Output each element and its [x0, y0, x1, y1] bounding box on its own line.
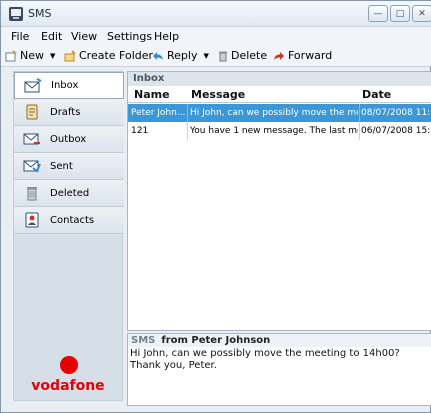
contacts-icon — [22, 211, 42, 229]
reply-label: Reply — [167, 49, 198, 62]
sidebar-item-label: Sent — [50, 160, 73, 172]
sidebar-item-label: Outbox — [50, 133, 87, 145]
menu-bar: File Edit View Settings Help — [1, 27, 431, 46]
outbox-icon — [22, 130, 42, 148]
message-list-panel: Inbox Name Message Date Peter John... Hi… — [127, 71, 431, 331]
toolbar: New ▼ Create Folder Reply ▼ Delete Forwa… — [1, 46, 431, 67]
sidebar-item-sent[interactable]: Sent — [14, 153, 124, 180]
sidebar-item-deleted[interactable]: Deleted — [14, 180, 124, 207]
row-date: 06/07/2008 15:... — [361, 126, 431, 136]
message-row[interactable]: 121 You have 1 new message. The last mes… — [128, 122, 431, 140]
sidebar-item-inbox[interactable]: Inbox — [14, 72, 124, 99]
row-message: You have 1 new message. The last mess... — [190, 126, 358, 136]
menu-edit[interactable]: Edit — [41, 30, 62, 43]
sidebar-item-contacts[interactable]: Contacts — [14, 207, 124, 234]
column-header-message[interactable]: Message — [191, 88, 245, 101]
create-folder-button[interactable]: Create Folder — [64, 49, 153, 62]
vodafone-wordmark: vodafone — [31, 378, 105, 394]
sms-window: SMS — □ ✕ File Edit View Settings Help N… — [0, 0, 431, 413]
reply-dropdown-chevron-icon[interactable]: ▼ — [203, 52, 208, 60]
message-row[interactable]: Peter John... Hi John, can we possibly m… — [128, 104, 431, 122]
create-folder-label: Create Folder — [79, 49, 154, 62]
delete-button[interactable]: Delete — [218, 49, 267, 62]
row-name: 121 — [131, 126, 149, 136]
new-label: New — [20, 49, 44, 62]
preview-body: Hi John, can we possibly move the meetin… — [130, 348, 400, 371]
menu-view[interactable]: View — [71, 30, 97, 43]
trash-icon — [219, 51, 227, 61]
row-name: Peter John... — [131, 108, 186, 118]
sidebar-item-label: Contacts — [50, 214, 95, 226]
message-preview: SMS from Peter Johnson Hi John, can we po… — [127, 333, 431, 406]
sidebar-item-drafts[interactable]: Drafts — [14, 99, 124, 126]
sidebar-item-label: Drafts — [50, 106, 81, 118]
row-message: Hi John, can we possibly move the meetin… — [190, 108, 358, 118]
minimize-button[interactable]: — — [368, 5, 388, 22]
preview-header: SMS from Peter Johnson — [128, 334, 431, 347]
sidebar-item-outbox[interactable]: Outbox — [14, 126, 124, 153]
folder-sidebar: Inbox Drafts Outbox Sent Deleted Contact… — [13, 71, 124, 401]
sidebar-item-label: Deleted — [50, 187, 90, 199]
drafts-icon — [22, 103, 42, 121]
reply-icon — [153, 51, 163, 60]
window-title: SMS — [28, 7, 52, 20]
column-header-name[interactable]: Name — [134, 88, 170, 101]
forward-button[interactable]: Forward — [273, 49, 332, 62]
sent-icon — [22, 157, 42, 175]
forward-icon — [274, 51, 284, 60]
new-message-icon — [5, 49, 17, 61]
column-header-date[interactable]: Date — [362, 88, 391, 101]
title-bar: SMS — □ ✕ — [1, 1, 431, 27]
forward-label: Forward — [288, 49, 333, 62]
row-date: 08/07/2008 11:... — [361, 108, 431, 118]
vodafone-logo-icon — [60, 356, 78, 374]
maximize-button[interactable]: □ — [390, 5, 410, 22]
reply-button[interactable]: Reply ▼ — [152, 49, 209, 62]
list-title: Inbox — [128, 72, 431, 86]
trash-icon — [22, 184, 42, 202]
inbox-icon — [23, 77, 43, 95]
delete-label: Delete — [231, 49, 268, 62]
create-folder-icon — [64, 49, 76, 61]
menu-settings[interactable]: Settings — [107, 30, 152, 43]
new-dropdown-chevron-icon[interactable]: ▼ — [50, 52, 55, 60]
menu-file[interactable]: File — [11, 30, 29, 43]
sidebar-item-label: Inbox — [51, 80, 79, 91]
vodafone-branding: vodafone — [13, 356, 123, 401]
sms-app-icon — [9, 7, 23, 21]
menu-help[interactable]: Help — [154, 30, 179, 43]
new-button[interactable]: New ▼ — [5, 49, 55, 62]
close-button[interactable]: ✕ — [412, 5, 431, 22]
preview-type-label: SMS — [131, 335, 156, 346]
list-column-headers: Name Message Date — [128, 86, 431, 103]
preview-sender: from Peter Johnson — [161, 335, 271, 346]
window-controls: — □ ✕ — [368, 5, 431, 22]
